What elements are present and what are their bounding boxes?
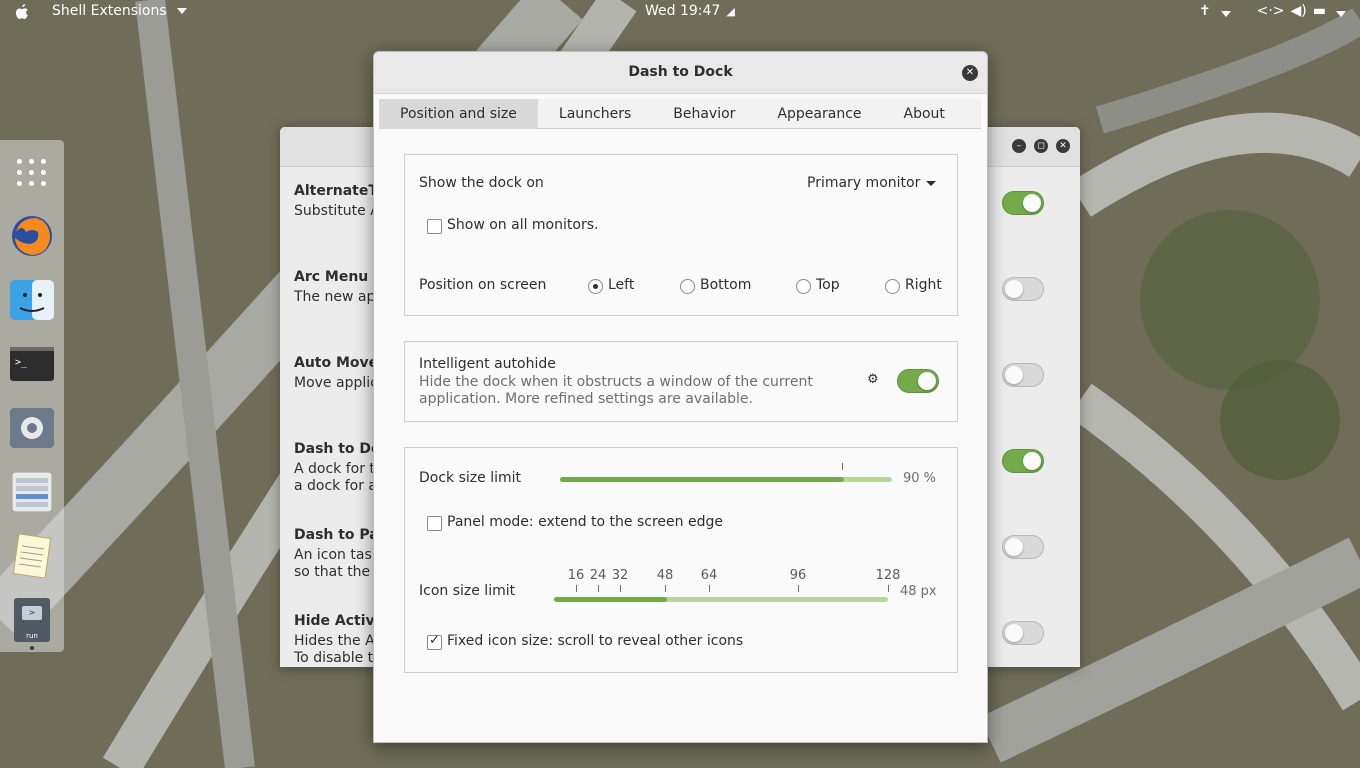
app-menu[interactable]: Shell Extensions	[52, 3, 187, 19]
dock-size-slider-fill	[560, 477, 844, 482]
panel-mode-label: Panel mode: extend to the screen edge	[447, 514, 723, 530]
run-icon[interactable]: > run	[10, 598, 54, 642]
icon-tick	[598, 585, 599, 592]
icon-size-slider-fill	[554, 597, 667, 602]
dash-to-dock-dialog: Dash to Dock ✕ Position and size Launche…	[373, 51, 988, 743]
firefox-icon[interactable]	[10, 214, 54, 258]
position-bottom-radio[interactable]	[680, 279, 695, 294]
icon-tick	[576, 585, 577, 592]
show-dock-on-label: Show the dock on	[419, 175, 544, 191]
icon-size-slider[interactable]	[554, 597, 888, 602]
position-top-label: Top	[816, 277, 840, 293]
settings-icon[interactable]	[10, 406, 54, 450]
top-panel: Shell Extensions Wed 19:47 ◢ ✝ <·> ◀) ▬	[0, 0, 1360, 24]
position-right-radio[interactable]	[885, 279, 900, 294]
icon-tick-label: 128	[875, 568, 901, 583]
app-menu-label: Shell Extensions	[52, 3, 167, 19]
position-top-radio[interactable]	[796, 279, 811, 294]
icon-size-value: 48 px	[900, 584, 937, 599]
files-icon[interactable]	[10, 470, 54, 514]
chevron-down-icon	[926, 180, 937, 186]
running-indicator	[30, 646, 34, 650]
extension-toggle[interactable]	[1002, 535, 1044, 559]
gear-icon[interactable]: ⚙	[867, 372, 879, 387]
icon-tick	[888, 585, 889, 592]
icon-tick-label: 64	[700, 568, 718, 583]
minimize-icon[interactable]: –	[1012, 139, 1026, 153]
extension-toggle[interactable]	[1002, 363, 1044, 387]
tab-appearance[interactable]: Appearance	[756, 99, 882, 129]
tab-bar: Position and size Launchers Behavior App…	[379, 99, 981, 129]
icon-tick-label: 32	[611, 568, 629, 583]
dock-size-value: 90 %	[903, 471, 937, 486]
monitor-dropdown[interactable]: Primary monitor	[807, 175, 937, 191]
panel-mode-checkbox[interactable]	[427, 516, 442, 531]
fixed-icon-size-label: Fixed icon size: scroll to reveal other …	[447, 633, 744, 649]
run-label: run	[26, 632, 38, 640]
chevron-down-icon	[176, 8, 187, 14]
chevron-down-icon[interactable]	[1220, 11, 1231, 17]
position-left-label: Left	[608, 277, 635, 293]
text-editor-icon[interactable]	[10, 534, 54, 578]
position-bottom-label: Bottom	[700, 277, 752, 293]
position-right-label: Right	[905, 277, 942, 293]
system-tray[interactable]: ✝ <·> ◀) ▬	[1199, 3, 1346, 19]
icon-tick	[798, 585, 799, 592]
accessibility-icon[interactable]: ✝	[1199, 3, 1211, 19]
dialog-title: Dash to Dock	[628, 64, 733, 80]
dialog-header: Dash to Dock ✕	[374, 52, 987, 94]
dock-limit-mark	[842, 463, 843, 470]
all-monitors-checkbox[interactable]	[427, 219, 442, 234]
icon-size-limit-label: Icon size limit	[419, 583, 516, 599]
dock-size-slider[interactable]	[560, 477, 892, 482]
size-frame: Dock size limit 90 % Panel mode: extend …	[404, 447, 958, 673]
icon-tick-label: 24	[589, 568, 607, 583]
close-icon[interactable]: ✕	[1056, 139, 1070, 153]
dock-size-limit-label: Dock size limit	[419, 470, 521, 486]
extension-toggle[interactable]	[1002, 621, 1044, 645]
icon-tick	[665, 585, 666, 592]
tab-launchers[interactable]: Launchers	[538, 99, 652, 129]
autohide-frame: Intelligent autohide Hide the dock when …	[404, 341, 958, 422]
power-caret-icon[interactable]	[1336, 11, 1346, 17]
extension-toggle[interactable]	[1002, 277, 1044, 301]
finder-icon[interactable]	[10, 278, 54, 322]
extension-toggle[interactable]	[1002, 449, 1044, 473]
autohide-desc-line1: Hide the dock when it obstructs a window…	[419, 374, 813, 390]
network-icon[interactable]: <·>	[1257, 3, 1285, 19]
volume-icon[interactable]: ◀)	[1291, 3, 1307, 19]
close-icon[interactable]: ✕	[962, 65, 978, 81]
autohide-toggle[interactable]	[897, 369, 939, 393]
terminal-icon[interactable]: >_	[10, 342, 54, 386]
clock-label: Wed 19:47	[645, 3, 721, 19]
window-controls: – ◻ ✕	[1012, 139, 1070, 153]
tab-behavior[interactable]: Behavior	[652, 99, 756, 129]
extension-toggle[interactable]	[1002, 191, 1044, 215]
show-apps-icon[interactable]	[10, 150, 54, 194]
position-label: Position on screen	[419, 277, 547, 293]
dock: >_ > run	[0, 140, 64, 652]
monitor-position-frame: Show the dock on Primary monitor Show on…	[404, 154, 958, 316]
icon-tick-label: 96	[789, 568, 807, 583]
position-left-radio[interactable]	[588, 279, 603, 294]
tab-position-and-size[interactable]: Position and size	[379, 99, 538, 129]
all-monitors-label: Show on all monitors.	[447, 217, 599, 233]
icon-tick-label: 48	[656, 568, 674, 583]
monitor-dropdown-value: Primary monitor	[807, 175, 921, 191]
svg-text:>_: >_	[15, 357, 28, 368]
autohide-label: Intelligent autohide	[419, 356, 556, 372]
icon-tick-label: 16	[567, 568, 585, 583]
tab-about[interactable]: About	[883, 99, 966, 129]
clock[interactable]: Wed 19:47 ◢	[645, 3, 735, 19]
battery-icon[interactable]: ▬	[1313, 3, 1326, 19]
icon-tick	[620, 585, 621, 592]
maximize-icon[interactable]: ◻	[1034, 139, 1048, 153]
icon-tick	[709, 585, 710, 592]
autohide-desc-line2: application. More refined settings are a…	[419, 391, 753, 407]
notification-icon: ◢	[726, 4, 735, 18]
fixed-icon-size-checkbox[interactable]	[427, 633, 442, 650]
apple-icon[interactable]	[14, 3, 30, 21]
